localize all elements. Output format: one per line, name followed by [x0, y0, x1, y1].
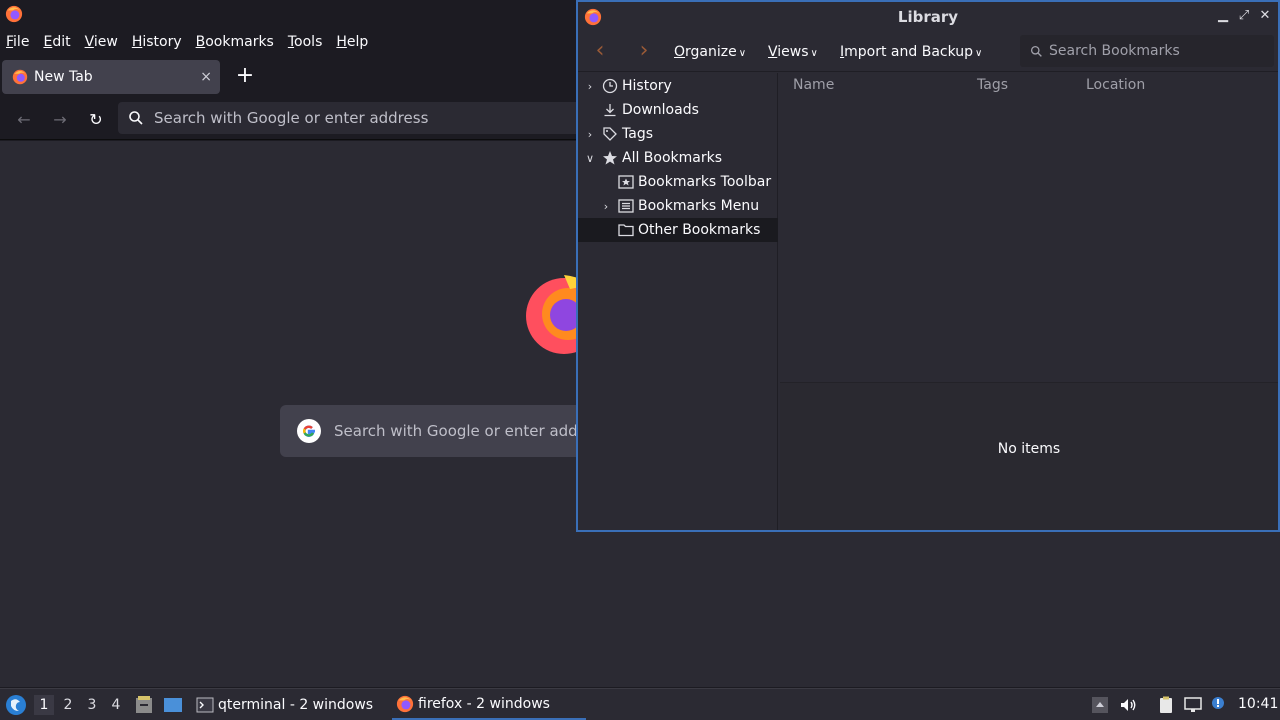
- back-button[interactable]: ‹: [588, 40, 612, 64]
- organize-menu[interactable]: Organize ∨: [674, 44, 746, 60]
- bookmark-list[interactable]: [780, 97, 1278, 382]
- network-icon[interactable]: [1183, 695, 1203, 715]
- tree-item-bookmarks-toolbar[interactable]: Bookmarks Toolbar: [578, 170, 778, 194]
- tree-label: Tags: [622, 126, 653, 142]
- desktop-icon[interactable]: [163, 695, 183, 715]
- library-window: Library ▁ ⤢ ✕ ‹ › Organize ∨ Views ∨ Impor…: [576, 0, 1280, 532]
- tree-item-bookmarks-menu[interactable]: › Bookmarks Menu: [578, 194, 778, 218]
- library-title: Library: [897, 8, 959, 26]
- workspace-2[interactable]: 2: [58, 695, 78, 715]
- bookmarks-menu-icon: [618, 199, 634, 213]
- chevron-down-icon: ∨: [738, 48, 747, 59]
- task-qterminal[interactable]: qterminal - 2 windows: [192, 689, 373, 720]
- import-backup-menu[interactable]: Import and Backup ∨: [840, 44, 982, 60]
- column-location[interactable]: Location: [1086, 77, 1145, 93]
- forward-button[interactable]: ›: [632, 40, 656, 64]
- forward-button[interactable]: →: [49, 108, 71, 130]
- bookmarks-toolbar-icon: [618, 175, 634, 189]
- firefox-icon: [5, 5, 23, 23]
- column-name[interactable]: Name: [793, 77, 834, 93]
- folder-icon: [618, 224, 634, 237]
- tree-label: Bookmarks Toolbar: [638, 174, 772, 190]
- views-menu[interactable]: Views ∨: [768, 44, 818, 60]
- reload-button[interactable]: ↻: [85, 108, 107, 130]
- new-tab-button[interactable]: +: [234, 65, 256, 88]
- menu-help[interactable]: Help: [336, 34, 368, 50]
- firefox-icon: [12, 69, 28, 85]
- tree-label: History: [622, 78, 672, 94]
- details-pane: No items: [780, 382, 1278, 530]
- chevron-down-icon: ∨: [810, 48, 818, 59]
- library-toolbar: ‹ › Organize ∨ Views ∨ Import and Backup ∨ …: [578, 32, 1278, 72]
- back-button[interactable]: ←: [13, 108, 35, 130]
- search-icon: [1030, 45, 1042, 57]
- tree-item-other-bookmarks[interactable]: Other Bookmarks: [578, 218, 778, 242]
- notification-icon[interactable]: [1208, 695, 1228, 715]
- empty-message: No items: [997, 441, 1061, 457]
- chevron-right-icon[interactable]: ›: [584, 128, 596, 141]
- chevron-right-icon[interactable]: ›: [600, 200, 612, 213]
- content-search-placeholder: Search with Google or enter address: [334, 422, 609, 440]
- views-label: Views: [768, 44, 809, 60]
- tree-label: Other Bookmarks: [638, 222, 761, 238]
- task-label: qterminal - 2 windows: [218, 696, 374, 713]
- clock[interactable]: 10:41: [1238, 696, 1278, 712]
- star-icon: [603, 151, 617, 165]
- clock-icon: [602, 78, 618, 94]
- terminal-icon: [196, 697, 214, 712]
- task-label: firefox - 2 windows: [418, 695, 550, 712]
- tree-item-history[interactable]: › History: [578, 74, 778, 98]
- tray-up-arrow-icon[interactable]: [1090, 695, 1110, 715]
- import-backup-label: Import and Backup: [840, 44, 974, 60]
- close-icon[interactable]: ×: [200, 69, 212, 85]
- tag-icon: [603, 127, 617, 141]
- menu-edit[interactable]: Edit: [43, 34, 70, 50]
- search-bookmarks-input[interactable]: Search Bookmarks: [1020, 35, 1274, 67]
- clipboard-icon[interactable]: [1156, 695, 1176, 715]
- taskbar: 1 2 3 4 qterminal - 2 windows firefox - …: [0, 688, 1280, 720]
- close-button[interactable]: ✕: [1256, 7, 1274, 25]
- column-tags[interactable]: Tags: [977, 77, 1008, 93]
- workspace-3[interactable]: 3: [82, 695, 102, 715]
- organize-label: Organize: [674, 44, 737, 60]
- chevron-right-icon[interactable]: ›: [584, 80, 596, 93]
- menu-history[interactable]: History: [132, 34, 182, 50]
- workspace-4[interactable]: 4: [106, 695, 126, 715]
- minimize-button[interactable]: ▁: [1214, 7, 1232, 25]
- workspace-1[interactable]: 1: [34, 695, 54, 715]
- library-tree: › History Downloads › Tags ∨ All Bookmar…: [578, 73, 778, 530]
- chevron-down-icon[interactable]: ∨: [584, 152, 596, 165]
- tab-new-tab[interactable]: New Tab ×: [2, 60, 220, 94]
- library-titlebar: Library ▁ ⤢ ✕: [578, 2, 1278, 32]
- google-icon: [297, 419, 321, 443]
- menu-view[interactable]: View: [85, 34, 118, 50]
- search-icon: [129, 111, 143, 125]
- tree-label: Bookmarks Menu: [638, 198, 760, 214]
- tree-label: Downloads: [622, 102, 699, 118]
- tree-item-all-bookmarks[interactable]: ∨ All Bookmarks: [578, 146, 778, 170]
- list-header: Name Tags Location: [780, 73, 1278, 97]
- download-icon: [604, 104, 616, 117]
- chevron-down-icon: ∨: [975, 48, 983, 59]
- file-manager-icon[interactable]: [134, 695, 154, 715]
- menu-bookmarks[interactable]: Bookmarks: [196, 34, 274, 50]
- search-bookmarks-placeholder: Search Bookmarks: [1049, 43, 1180, 59]
- tree-item-tags[interactable]: › Tags: [578, 122, 778, 146]
- menu-file[interactable]: File: [6, 34, 29, 50]
- tab-title: New Tab: [34, 69, 93, 85]
- menu-tools[interactable]: Tools: [288, 34, 323, 50]
- tree-item-downloads[interactable]: Downloads: [578, 98, 778, 122]
- maximize-button[interactable]: ⤢: [1235, 7, 1253, 25]
- desktop: File Edit View History Bookmarks Tools H…: [0, 0, 1280, 720]
- volume-icon[interactable]: [1118, 695, 1138, 715]
- start-menu-icon[interactable]: [5, 694, 27, 716]
- url-placeholder: Search with Google or enter address: [154, 109, 429, 127]
- tree-label: All Bookmarks: [622, 150, 723, 166]
- firefox-icon: [396, 695, 414, 712]
- task-firefox[interactable]: firefox - 2 windows: [392, 689, 586, 720]
